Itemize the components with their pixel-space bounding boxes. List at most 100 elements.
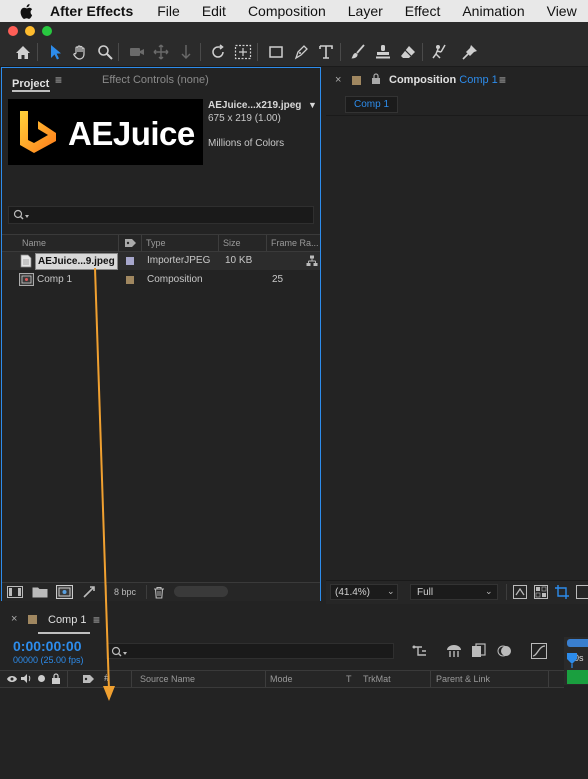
roto-brush-tool-icon[interactable] <box>430 42 450 62</box>
toggle-mask-icon[interactable] <box>576 585 588 599</box>
trash-icon[interactable] <box>153 586 165 599</box>
motion-blur-icon[interactable] <box>497 643 513 659</box>
label-tag-icon[interactable] <box>82 674 95 684</box>
column-source-name[interactable]: Source Name <box>140 674 195 684</box>
minimize-window-button[interactable] <box>25 26 35 36</box>
home-icon[interactable] <box>13 42 33 62</box>
usage-dropdown-arrow-icon[interactable]: ▼ <box>308 100 317 110</box>
tab-timeline-comp[interactable]: Comp 1 <box>48 614 87 626</box>
project-panel-menu-icon[interactable]: ≡ <box>55 73 62 87</box>
column-t[interactable]: T <box>346 674 352 684</box>
magnification-dropdown[interactable]: (41.4%) ⌄ <box>330 584 398 600</box>
hand-tool-icon[interactable] <box>70 42 90 62</box>
column-type[interactable]: Type <box>146 238 166 248</box>
tab-effect-controls[interactable]: Effect Controls (none) <box>102 74 209 86</box>
project-item-row[interactable]: AEJuice...9.jpeg ImporterJPEG 10 KB <box>2 252 320 270</box>
lock-icon[interactable] <box>51 673 61 684</box>
pan-behind-tool-icon[interactable] <box>233 42 253 62</box>
dolly-camera-tool-icon[interactable] <box>176 42 196 62</box>
audio-speaker-icon[interactable] <box>20 673 32 684</box>
close-window-button[interactable] <box>8 26 18 36</box>
region-of-interest-icon[interactable] <box>555 585 569 599</box>
eraser-tool-icon[interactable] <box>398 42 418 62</box>
new-folder-icon[interactable] <box>32 586 48 598</box>
puppet-pin-tool-icon[interactable] <box>460 42 480 62</box>
bit-depth-button[interactable]: 8 bpc <box>114 587 136 597</box>
column-divider[interactable] <box>265 671 266 687</box>
close-tab-icon[interactable]: × <box>11 613 17 625</box>
thumbnail-zoom-slider[interactable] <box>174 586 228 597</box>
composition-panel-menu-icon[interactable]: ≡ <box>499 73 506 87</box>
column-divider[interactable] <box>118 235 119 251</box>
solo-dot-icon[interactable] <box>38 675 45 682</box>
lock-icon[interactable] <box>371 73 381 85</box>
column-divider[interactable] <box>266 235 267 251</box>
composition-flowchart-icon[interactable] <box>412 644 428 658</box>
column-trkmat[interactable]: TrkMat <box>363 674 391 684</box>
column-frame-rate[interactable]: Frame Ra... <box>271 238 319 248</box>
layer-number-column[interactable]: # <box>104 673 110 684</box>
video-eye-icon[interactable] <box>6 674 18 684</box>
close-tab-icon[interactable]: × <box>335 74 341 86</box>
apple-icon[interactable] <box>20 3 33 19</box>
column-name[interactable]: Name <box>22 238 46 248</box>
tab-composition[interactable]: Composition Comp 1 <box>389 74 498 86</box>
column-parent-link[interactable]: Parent & Link <box>436 674 490 684</box>
column-divider[interactable] <box>131 671 132 687</box>
flowchart-icon[interactable] <box>306 255 318 267</box>
app-name-menu[interactable]: After Effects <box>50 3 133 19</box>
resolution-dropdown[interactable]: Full ⌄ <box>410 584 498 600</box>
tab-project[interactable]: Project <box>12 74 50 92</box>
brush-tool-icon[interactable] <box>348 42 368 62</box>
current-timecode[interactable]: 0:00:00:00 <box>13 638 82 654</box>
layer-duration-bar[interactable] <box>567 670 588 684</box>
frame-count: 00000 (25.00 fps) <box>13 655 84 665</box>
project-search-input[interactable] <box>8 206 314 224</box>
tab-composition-name: Comp 1 <box>459 74 498 86</box>
column-divider[interactable] <box>141 235 142 251</box>
composition-icon <box>19 273 34 286</box>
orbit-camera-tool-icon[interactable] <box>126 42 146 62</box>
zoom-window-button[interactable] <box>42 26 52 36</box>
column-divider[interactable] <box>548 671 549 687</box>
project-item-row[interactable]: Comp 1 Composition 25 <box>2 271 320 289</box>
draft-3d-icon[interactable] <box>446 643 462 659</box>
menu-file[interactable]: File <box>157 3 180 19</box>
timeline-panel-menu-icon[interactable]: ≡ <box>93 613 100 627</box>
menu-edit[interactable]: Edit <box>202 3 226 19</box>
rotation-tool-icon[interactable] <box>208 42 228 62</box>
comp-breadcrumb[interactable]: Comp 1 <box>345 96 399 113</box>
menu-effect[interactable]: Effect <box>405 3 441 19</box>
column-divider[interactable] <box>67 671 68 687</box>
frame-blending-icon[interactable] <box>471 643 487 659</box>
column-divider[interactable] <box>430 671 431 687</box>
menu-view[interactable]: View <box>547 3 577 19</box>
label-color-swatch[interactable] <box>126 276 134 284</box>
type-tool-icon[interactable] <box>316 42 336 62</box>
column-divider[interactable] <box>218 235 219 251</box>
pen-tool-icon[interactable] <box>291 42 311 62</box>
timeline-search-input[interactable] <box>106 643 394 659</box>
clone-stamp-tool-icon[interactable] <box>373 42 393 62</box>
new-composition-icon[interactable] <box>56 585 73 599</box>
label-color-swatch[interactable] <box>126 257 134 265</box>
rectangle-tool-icon[interactable] <box>266 42 286 62</box>
column-mode[interactable]: Mode <box>270 674 293 684</box>
menu-layer[interactable]: Layer <box>348 3 383 19</box>
work-area-bar[interactable] <box>567 639 588 647</box>
adjust-settings-icon[interactable] <box>82 585 96 599</box>
time-ruler[interactable]: 0s <box>564 637 588 685</box>
zoom-tool-icon[interactable] <box>95 42 115 62</box>
menu-animation[interactable]: Animation <box>462 3 524 19</box>
pan-camera-tool-icon[interactable] <box>151 42 171 62</box>
fast-previews-icon[interactable] <box>513 585 527 599</box>
interpret-footage-icon[interactable] <box>7 586 23 598</box>
column-size[interactable]: Size <box>223 238 241 248</box>
playhead-icon[interactable] <box>566 652 578 668</box>
transparency-grid-icon[interactable] <box>534 585 548 599</box>
graph-editor-icon[interactable] <box>531 643 547 659</box>
selection-tool-icon[interactable] <box>46 42 66 62</box>
menu-composition[interactable]: Composition <box>248 3 326 19</box>
label-tag-icon[interactable] <box>124 238 137 248</box>
project-item-name-edit[interactable]: AEJuice...9.jpeg <box>35 253 118 270</box>
